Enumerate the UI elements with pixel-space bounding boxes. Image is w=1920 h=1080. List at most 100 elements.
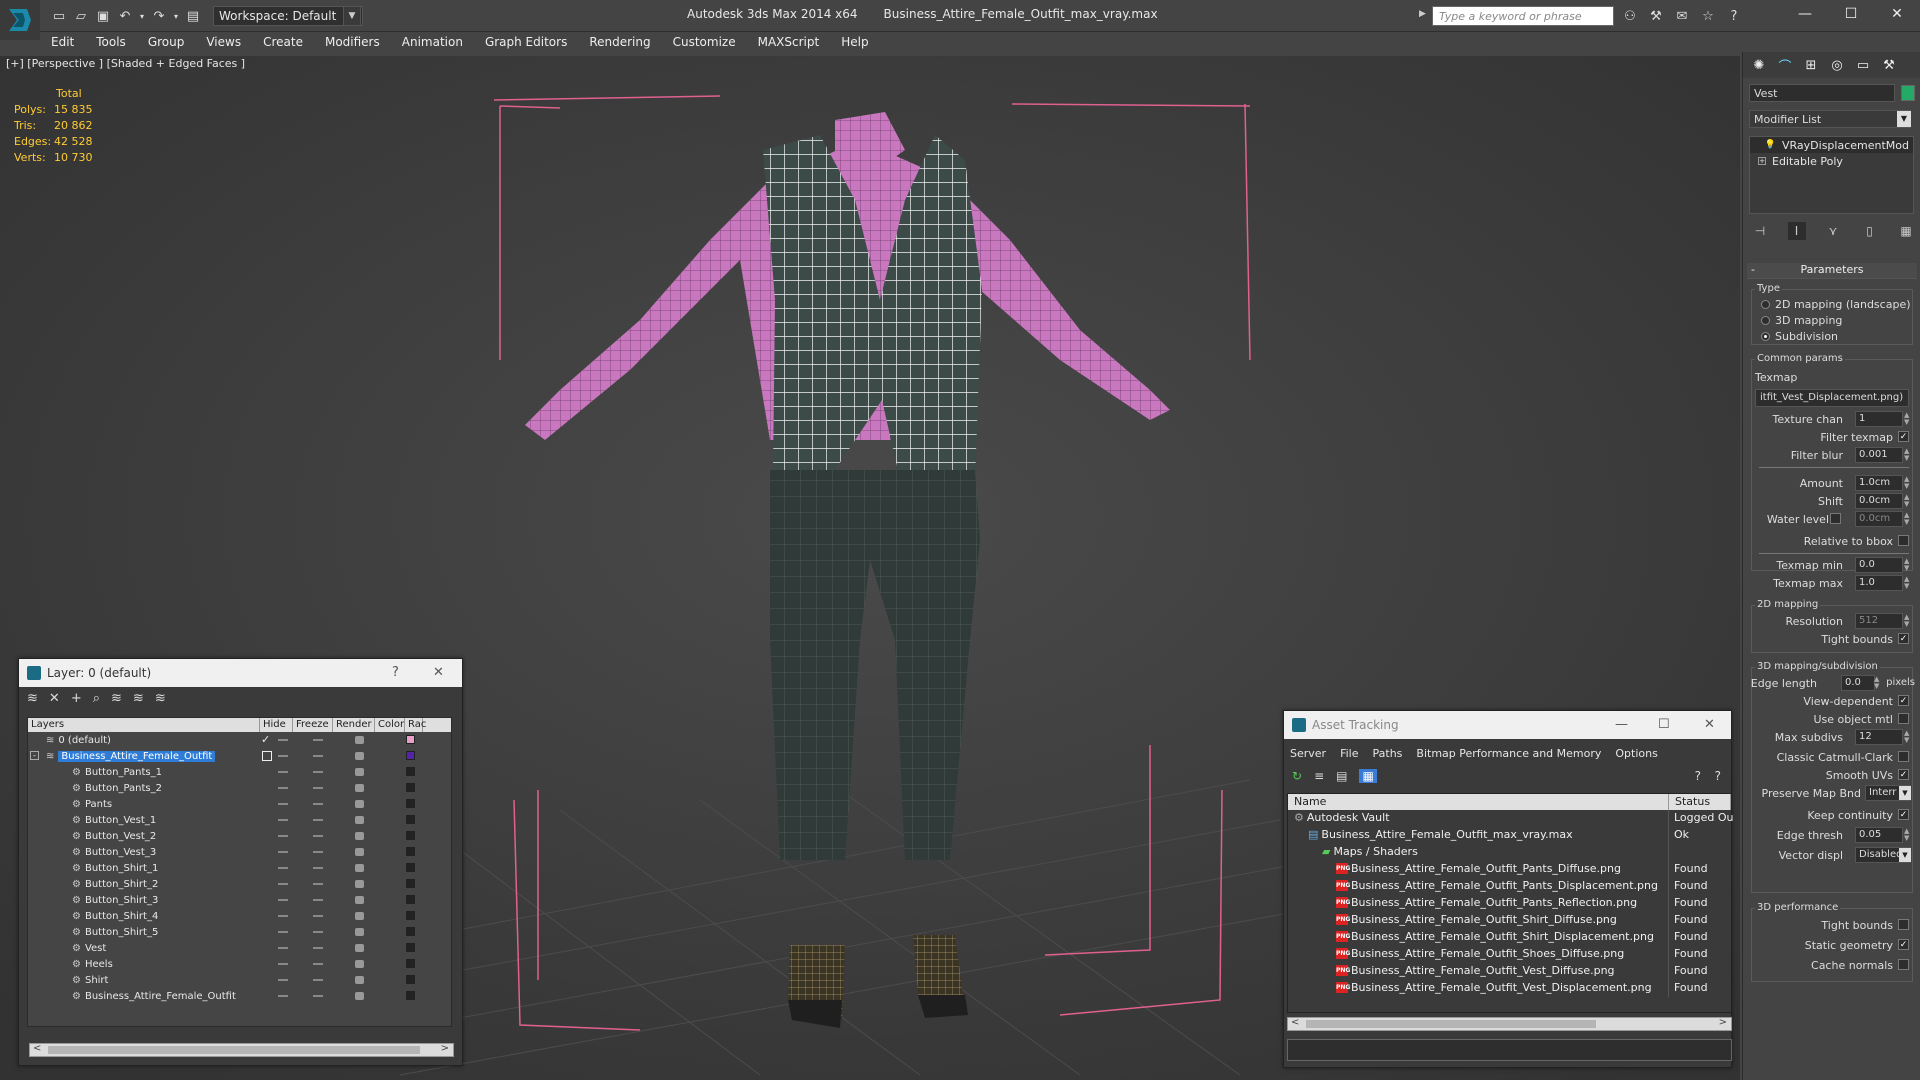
parameters-rollout-title[interactable]: - Parameters	[1747, 263, 1917, 279]
scroll-right-icon[interactable]: >	[441, 1043, 449, 1054]
render-teapot-icon[interactable]	[355, 864, 364, 872]
layer-color-swatch[interactable]	[406, 751, 415, 760]
stack-item-vraydisplacementmod[interactable]: 💡 VRayDisplacementMod	[1750, 137, 1913, 153]
save-file-icon[interactable]: ▣	[94, 7, 112, 25]
layer-name[interactable]: Shirt	[85, 975, 109, 986]
menu-graph-editors[interactable]: Graph Editors	[474, 35, 578, 49]
minimize-icon[interactable]: —	[1782, 0, 1828, 28]
layer-color-swatch[interactable]	[406, 815, 415, 824]
render-teapot-icon[interactable]	[355, 800, 364, 808]
layer-row[interactable]: ⚙ Button_Vest_2	[28, 828, 451, 844]
asset-row[interactable]: PNG Business_Attire_Female_Outfit_Shirt_D…	[1288, 912, 1731, 929]
freeze-toggle[interactable]	[313, 883, 323, 885]
freeze-toggle[interactable]	[313, 803, 323, 805]
hide-toggle[interactable]	[278, 947, 288, 949]
radio-3d-mapping[interactable]: 3D mapping	[1761, 313, 1911, 329]
asset-row[interactable]: PNG Business_Attire_Female_Outfit_Shirt_D…	[1288, 929, 1731, 946]
spinner-arrows-icon[interactable]: ▲ ▼	[1904, 576, 1913, 590]
hide-toggle[interactable]	[278, 883, 288, 885]
hierarchy-tab-icon[interactable]: ⊞	[1799, 55, 1823, 75]
menu-create[interactable]: Create	[252, 35, 314, 49]
freeze-toggle[interactable]	[313, 867, 323, 869]
freeze-toggle[interactable]	[313, 979, 323, 981]
use-object-mtl-checkbox[interactable]	[1898, 713, 1909, 724]
layer-col-layers[interactable]: Layers	[28, 718, 260, 732]
show-end-result-icon[interactable]: I	[1787, 222, 1806, 240]
search-expand-icon[interactable]: ▶	[1419, 9, 1426, 19]
layer-table[interactable]: Layers Hide Freeze Render Color Rac ≋ 0 (defau…	[27, 717, 452, 1027]
modify-tab-icon[interactable]: ⌒	[1773, 55, 1797, 75]
freeze-toggle[interactable]	[313, 931, 323, 933]
smooth-uvs-checkbox[interactable]: ✓	[1898, 769, 1909, 780]
layer-name[interactable]: Button_Pants_2	[85, 783, 162, 794]
asset-row[interactable]: PNG Business_Attire_Female_Outfit_Pants_D…	[1288, 878, 1731, 895]
pin-stack-icon[interactable]: ⊣	[1751, 222, 1769, 240]
layer-row[interactable]: ⚙ Button_Pants_2	[28, 780, 451, 796]
asset-maximize-icon[interactable]: ☐	[1658, 717, 1670, 732]
favorites-star-icon[interactable]: ☆	[1698, 6, 1718, 26]
layer-row[interactable]: ⚙ Button_Shirt_5	[28, 924, 451, 940]
new-file-icon[interactable]: ▭	[50, 7, 68, 25]
menu-modifiers[interactable]: Modifiers	[314, 35, 391, 49]
hide-toggle[interactable]	[278, 755, 288, 757]
layer-window-titlebar[interactable]: Layer: 0 (default) ? ✕	[19, 659, 462, 687]
render-teapot-icon[interactable]	[355, 912, 364, 920]
menu-animation[interactable]: Animation	[391, 35, 474, 49]
freeze-toggle[interactable]	[313, 835, 323, 837]
render-teapot-icon[interactable]	[355, 752, 364, 760]
layer-row[interactable]: ⚙ Vest	[28, 940, 451, 956]
asset-row[interactable]: PNG Business_Attire_Female_Outfit_Pants_D…	[1288, 861, 1731, 878]
layer-help-icon[interactable]: ?	[392, 665, 399, 680]
undo-dropdown-icon[interactable]: ▾	[138, 7, 146, 25]
highlight-layer-icon[interactable]: ≋	[111, 691, 122, 706]
freeze-toggle[interactable]	[313, 851, 323, 853]
viewport-label[interactable]: [+] [Perspective ] [Shaded + Edged Faces…	[6, 57, 245, 70]
create-layer-icon[interactable]: ≋	[27, 691, 38, 706]
asset-path-field[interactable]	[1287, 1039, 1732, 1061]
layer-row[interactable]: ⚙ Button_Shirt_2	[28, 876, 451, 892]
redo-icon[interactable]: ↷	[150, 7, 168, 25]
radio-2d-mapping[interactable]: 2D mapping (landscape)	[1761, 297, 1911, 313]
help-icon[interactable]: ?	[1724, 6, 1744, 26]
table-view-icon[interactable]: ▦	[1359, 769, 1377, 783]
spinner-arrows-icon[interactable]: ▲ ▼	[1874, 676, 1883, 690]
layer-color-swatch[interactable]	[406, 799, 415, 808]
layer-name[interactable]: Button_Shirt_4	[85, 911, 158, 922]
render-teapot-icon[interactable]	[355, 992, 364, 1000]
thumbnail-view-icon[interactable]: ▤	[1336, 769, 1347, 783]
redo-dropdown-icon[interactable]: ▾	[172, 7, 180, 25]
render-teapot-icon[interactable]	[355, 880, 364, 888]
asset-help-icon[interactable]: ?	[1695, 769, 1701, 783]
layer-name[interactable]: Business_Attire_Female_Outfit	[85, 991, 236, 1002]
hide-toggle[interactable]	[278, 979, 288, 981]
relative-bbox-checkbox[interactable]	[1898, 535, 1909, 546]
asset-horizontal-scrollbar[interactable]: < >	[1287, 1017, 1732, 1031]
freeze-all-layers-icon[interactable]: ≋	[155, 691, 166, 706]
keep-continuity-checkbox[interactable]: ✓	[1898, 809, 1909, 820]
modifier-list-chevron-icon[interactable]: ▼	[1897, 111, 1911, 127]
asset-row[interactable]: ⚙ Autodesk Vault Logged Ou	[1288, 810, 1734, 827]
layer-row[interactable]: ⚙ Button_Shirt_4	[28, 908, 451, 924]
layer-col-color[interactable]: Color	[375, 718, 405, 732]
layer-col-freeze[interactable]: Freeze	[293, 718, 333, 732]
hide-all-layers-icon[interactable]: ≋	[133, 691, 144, 706]
undo-icon[interactable]: ↶	[116, 7, 134, 25]
col-name[interactable]: Name	[1288, 794, 1669, 810]
freeze-toggle[interactable]	[313, 739, 323, 741]
texmap-max-spinner[interactable]: 1.0	[1855, 575, 1903, 591]
layer-row[interactable]: ⚙ Button_Vest_3	[28, 844, 451, 860]
spinner-arrows-icon[interactable]: ▲ ▼	[1904, 476, 1913, 490]
asset-menu-bitmap-performance-and-memory[interactable]: Bitmap Performance and Memory	[1416, 747, 1601, 760]
stack-item-editable-poly[interactable]: + Editable Poly	[1750, 153, 1913, 169]
layer-name[interactable]: 0 (default)	[58, 735, 111, 746]
layer-color-swatch[interactable]	[406, 831, 415, 840]
remove-modifier-icon[interactable]: ▯	[1861, 222, 1879, 240]
spinner-arrows-icon[interactable]: ▲ ▼	[1904, 412, 1913, 426]
layer-col-hide[interactable]: Hide	[260, 718, 293, 732]
layer-row[interactable]: - ≋ Business_Attire_Female_Outfit	[28, 748, 451, 764]
spinner-arrows-icon[interactable]: ▲ ▼	[1904, 828, 1913, 842]
render-teapot-icon[interactable]	[355, 928, 364, 936]
texmap-min-spinner[interactable]: 0.0	[1855, 557, 1903, 573]
asset-row[interactable]: ▰ Maps / Shaders	[1288, 844, 1731, 861]
hide-toggle[interactable]	[278, 931, 288, 933]
